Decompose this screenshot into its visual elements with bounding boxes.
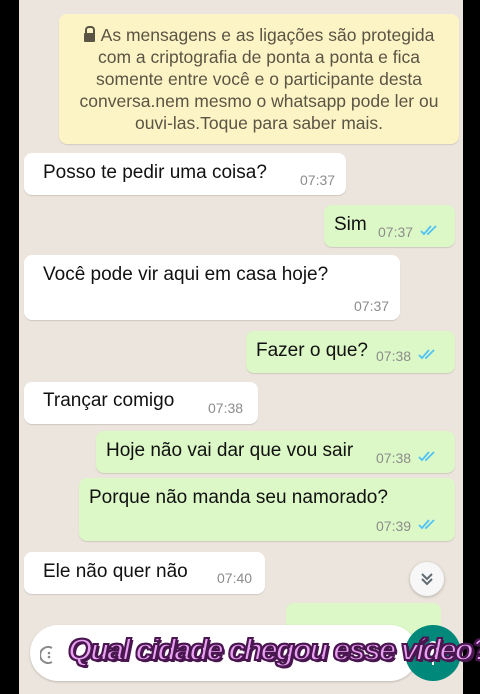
message-text: Porque não manda seu namorado? [89,487,388,508]
message-time: 07:37 [378,224,414,240]
message-text: Posso te pedir uma coisa? [43,162,267,183]
message-time: 07:37 [354,298,390,314]
message-time: 07:37 [300,172,336,188]
double-check-icon [418,450,438,462]
message-incoming[interactable]: Ele não quer não 07:40 [24,552,265,594]
double-check-icon [418,518,438,530]
message-incoming[interactable]: Trançar comigo 07:38 [24,382,258,424]
double-chevron-down-icon [421,573,433,586]
message-time: 07:39 [376,518,412,534]
message-time: 07:38 [376,348,412,364]
overlay-caption: Qual cidade chegou esse vídeo? [67,631,480,668]
emoji-icon[interactable] [39,645,60,665]
message-time: 07:38 [208,400,244,416]
message-text: Trançar comigo [43,390,175,411]
message-outgoing[interactable]: Porque não manda seu namorado? 07:39 [79,478,455,541]
double-check-icon [420,224,440,236]
message-text: Fazer o que? [256,340,368,361]
message-time: 07:40 [217,570,253,586]
message-incoming[interactable]: Posso te pedir uma coisa? 07:37 [24,153,346,195]
message-text: Sim [334,214,367,235]
double-check-icon [418,348,438,360]
encryption-notice[interactable]: As mensagens e as ligações são protegida… [59,14,459,144]
message-text: Ele não quer não [43,561,188,582]
scroll-down-button[interactable] [410,562,444,596]
message-outgoing[interactable]: Hoje não vai dar que vou sair 07:38 [96,431,455,473]
encryption-notice-text: As mensagens e as ligações são protegida… [79,25,439,133]
message-text: Hoje não vai dar que vou sair [106,440,354,461]
message-outgoing[interactable]: Sim 07:37 [324,205,455,247]
chat-area[interactable]: As mensagens e as ligações são protegida… [19,0,463,694]
message-outgoing[interactable]: Fazer o que? 07:38 [246,331,455,373]
message-text: Você pode vir aqui em casa hoje? [43,264,329,285]
message-time: 07:38 [376,450,412,466]
message-incoming[interactable]: Você pode vir aqui em casa hoje? 07:37 [24,255,400,320]
lock-icon [83,26,95,42]
